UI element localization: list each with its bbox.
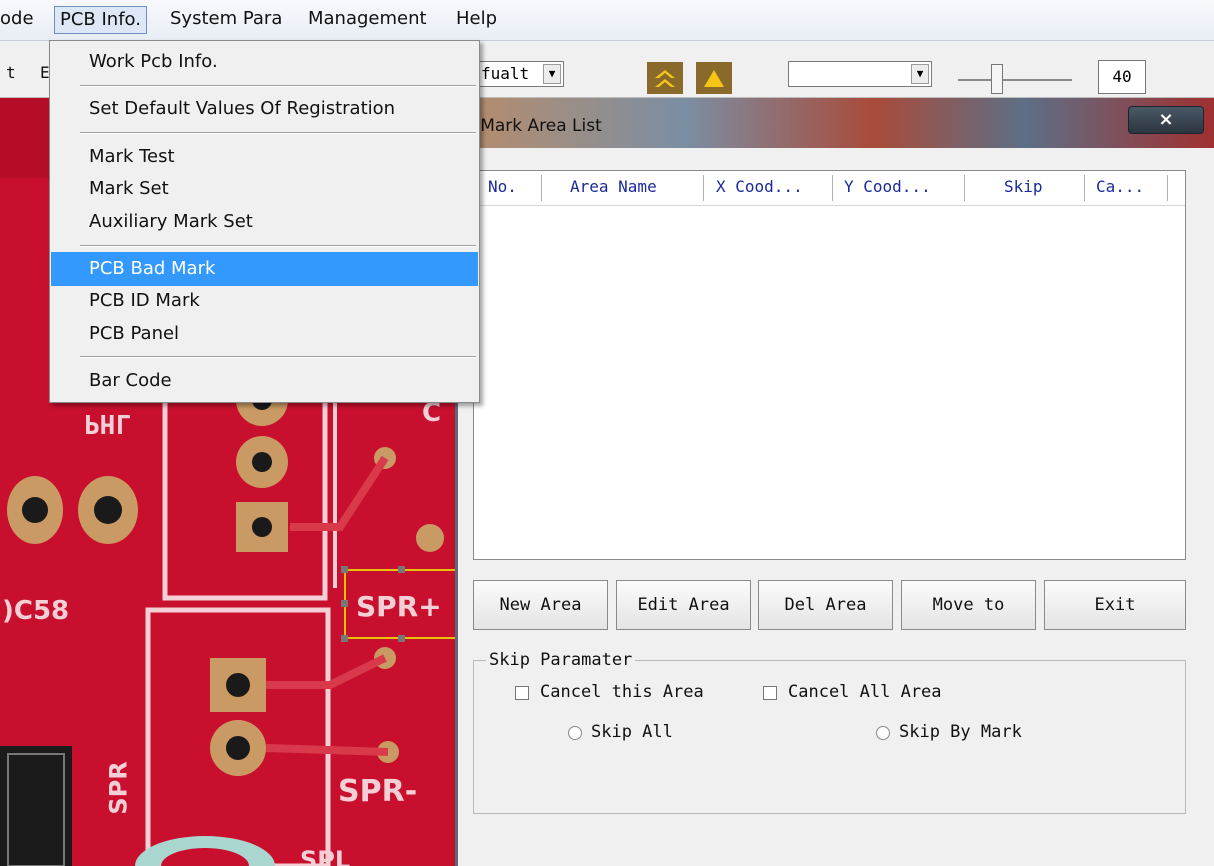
- pcb-label-spr-minus: SPR-: [338, 774, 418, 809]
- pcb-label-spl: SPL: [300, 846, 351, 866]
- cancel-all-area-label[interactable]: Cancel All Area: [788, 682, 942, 702]
- pcb-label-spr: SPR: [104, 761, 133, 815]
- chevron-down-icon[interactable]: ▼: [911, 64, 929, 84]
- cancel-this-area-checkbox[interactable]: [515, 686, 529, 700]
- mode-combo[interactable]: fualt ▼: [478, 61, 564, 87]
- menu-pcb-info[interactable]: PCB Info.: [54, 6, 147, 34]
- edit-area-button[interactable]: Edit Area: [616, 580, 751, 630]
- column-separator[interactable]: [964, 175, 965, 201]
- menu-item-set-default-values[interactable]: Set Default Values Of Registration: [51, 92, 478, 126]
- column-area-name[interactable]: Area Name: [570, 177, 657, 196]
- double-up-arrow-icon[interactable]: [647, 62, 683, 94]
- dialog-title: d Mark Area List: [464, 116, 602, 136]
- skip-by-mark-label[interactable]: Skip By Mark: [899, 722, 1022, 742]
- area-list[interactable]: No. Area Name X Cood... Y Cood... Skip C…: [473, 170, 1186, 560]
- menu-bar: ode PCB Info. System Para Management Hel…: [0, 0, 1214, 41]
- column-separator[interactable]: [1167, 175, 1168, 201]
- skip-all-label[interactable]: Skip All: [591, 722, 673, 742]
- mode-combo-value: fualt: [481, 64, 530, 83]
- new-area-button[interactable]: New Area: [473, 580, 608, 630]
- close-button[interactable]: ×: [1128, 106, 1204, 134]
- column-separator[interactable]: [703, 175, 704, 201]
- column-no[interactable]: No.: [488, 177, 517, 196]
- column-x-cood[interactable]: X Cood...: [716, 177, 803, 196]
- number-box[interactable]: 40: [1098, 60, 1146, 94]
- column-separator[interactable]: [1084, 175, 1085, 201]
- pcb-label-c58: )C58: [2, 596, 70, 626]
- column-cancel[interactable]: Ca...: [1096, 177, 1144, 196]
- pcb-info-menu: Work Pcb Info. Set Default Values Of Reg…: [49, 40, 480, 403]
- up-triangle-icon-svg: [696, 62, 732, 94]
- menu-separator: [80, 356, 476, 358]
- bad-mark-area-dialog: d Mark Area List × No. Area Name X Cood.…: [455, 98, 1214, 866]
- menu-item-mark-test[interactable]: Mark Test: [51, 140, 478, 174]
- menu-system-para[interactable]: System Para: [170, 8, 282, 29]
- menu-item-work-pcb-info[interactable]: Work Pcb Info.: [51, 45, 478, 79]
- chevron-down-icon[interactable]: ▼: [543, 64, 561, 84]
- menu-item-auxiliary-mark-set[interactable]: Auxiliary Mark Set: [51, 205, 478, 239]
- skip-by-mark-radio[interactable]: [876, 726, 890, 740]
- exit-button[interactable]: Exit: [1044, 580, 1186, 630]
- toolbar-text-1[interactable]: t: [6, 63, 16, 82]
- camera-combo[interactable]: ▼: [788, 61, 932, 87]
- menu-mode[interactable]: ode: [0, 8, 34, 29]
- column-y-cood[interactable]: Y Cood...: [844, 177, 931, 196]
- cancel-all-area-checkbox[interactable]: [763, 686, 777, 700]
- skip-parameter-title: Skip Paramater: [486, 650, 636, 670]
- up-triangle-icon[interactable]: [696, 62, 732, 94]
- menu-item-mark-set[interactable]: Mark Set: [51, 172, 478, 206]
- menu-item-pcb-id-mark[interactable]: PCB ID Mark: [51, 284, 478, 318]
- slider-track[interactable]: [958, 79, 1072, 81]
- menu-separator: [80, 245, 476, 247]
- slider-thumb[interactable]: [991, 64, 1003, 94]
- menu-management[interactable]: Management: [308, 8, 427, 29]
- del-area-button[interactable]: Del Area: [758, 580, 893, 630]
- area-list-header: No. Area Name X Cood... Y Cood... Skip C…: [474, 171, 1185, 206]
- menu-item-bar-code[interactable]: Bar Code: [51, 364, 478, 398]
- menu-help[interactable]: Help: [456, 8, 497, 29]
- cancel-this-area-label[interactable]: Cancel this Area: [540, 682, 704, 702]
- menu-item-pcb-panel[interactable]: PCB Panel: [51, 317, 478, 351]
- pcb-label-spr-plus: SPR+: [356, 590, 442, 623]
- dialog-title-bar[interactable]: d Mark Area List ×: [458, 98, 1214, 148]
- pcb-label-phl: PHL: [84, 408, 131, 438]
- skip-all-radio[interactable]: [568, 726, 582, 740]
- double-up-arrow-icon-svg: [647, 62, 683, 94]
- move-to-button[interactable]: Move to: [901, 580, 1036, 630]
- menu-separator: [80, 132, 476, 134]
- menu-item-pcb-bad-mark[interactable]: PCB Bad Mark: [51, 252, 478, 286]
- column-separator[interactable]: [541, 175, 542, 201]
- column-skip[interactable]: Skip: [1004, 177, 1043, 196]
- menu-separator: [80, 85, 476, 87]
- column-separator[interactable]: [832, 175, 833, 201]
